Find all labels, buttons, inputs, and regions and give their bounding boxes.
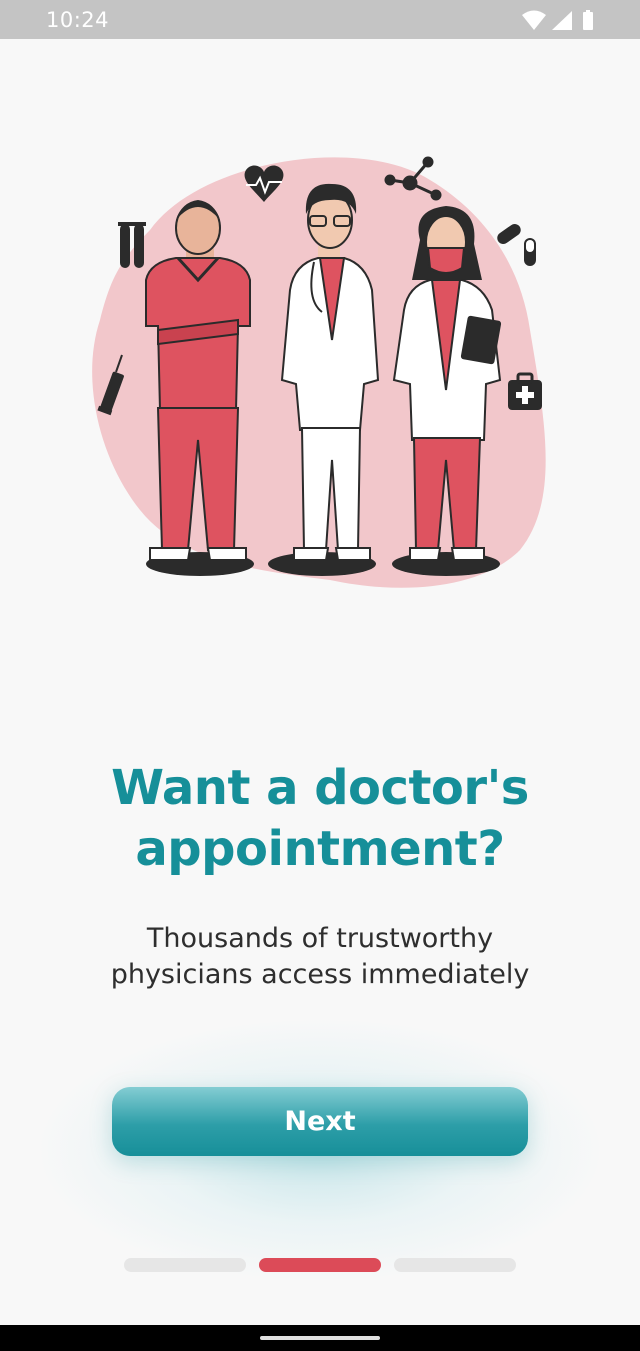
title-line-1: Want a doctor's bbox=[111, 760, 529, 816]
wifi-icon bbox=[522, 10, 546, 30]
onboarding-subtitle: Thousands of trustworthy physicians acce… bbox=[60, 921, 580, 993]
page-indicator-dot-2-active[interactable] bbox=[259, 1258, 381, 1272]
title-line-2: appointment? bbox=[135, 821, 505, 877]
status-bar: 10:24 bbox=[0, 0, 640, 39]
status-time: 10:24 bbox=[46, 8, 110, 32]
navigation-bar bbox=[0, 1325, 640, 1351]
doctors-illustration bbox=[92, 156, 546, 588]
battery-icon bbox=[583, 10, 593, 30]
onboarding-title: Want a doctor's appointment? bbox=[40, 758, 600, 880]
home-gesture-handle[interactable] bbox=[260, 1336, 380, 1340]
status-icons bbox=[522, 10, 593, 30]
page-indicator-dot-3[interactable] bbox=[394, 1258, 516, 1272]
signal-icon bbox=[552, 11, 572, 30]
page-indicator-dot-1[interactable] bbox=[124, 1258, 246, 1272]
subtitle-line-2: physicians access immediately bbox=[110, 959, 530, 990]
page-indicator bbox=[124, 1258, 516, 1272]
next-button[interactable]: Next bbox=[112, 1087, 528, 1156]
subtitle-line-1: Thousands of trustworthy bbox=[146, 923, 494, 954]
